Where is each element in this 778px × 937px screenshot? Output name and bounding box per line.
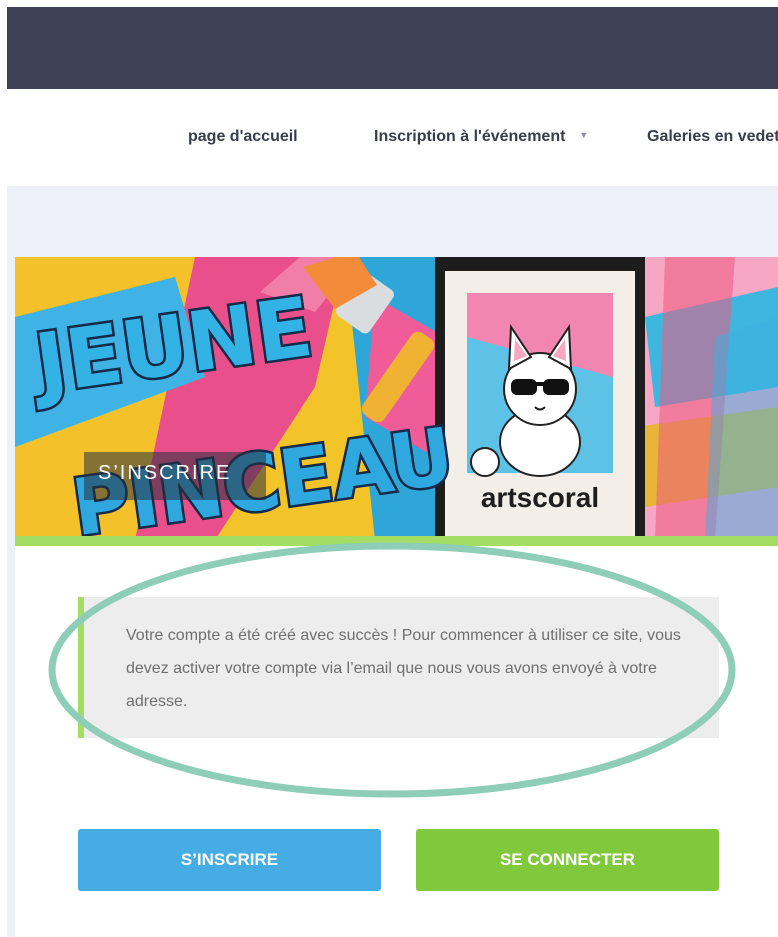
nav-item-label: Galeries en vedette (647, 128, 778, 145)
artscoral-frame-logo: artscoral (435, 257, 645, 540)
banner-heading: S’INSCRIRE (98, 462, 232, 484)
accent-divider (15, 536, 778, 546)
top-header-bar (7, 7, 778, 89)
success-notice: Votre compte a été créé avec succès ! Po… (78, 597, 719, 738)
login-button[interactable]: SE CONNECTER (416, 829, 719, 891)
success-message: Votre compte a été créé avec succès ! Po… (126, 627, 681, 710)
nav-item-label: page d'accueil (188, 128, 298, 145)
register-button[interactable]: S’INSCRIRE (78, 829, 381, 891)
chevron-down-icon: ▼ (579, 129, 589, 140)
nav-item-label: Inscription à l'événement (374, 128, 566, 145)
nav-item-featured-galleries[interactable]: Galeries en vedette (647, 128, 778, 146)
nav-item-event-registration[interactable]: Inscription à l'événement ▼ (374, 128, 588, 146)
main-navigation: page d'accueil Inscription à l'événement… (0, 118, 778, 160)
nav-item-home[interactable]: page d'accueil (188, 128, 298, 146)
svg-text:artscoral: artscoral (481, 482, 599, 513)
